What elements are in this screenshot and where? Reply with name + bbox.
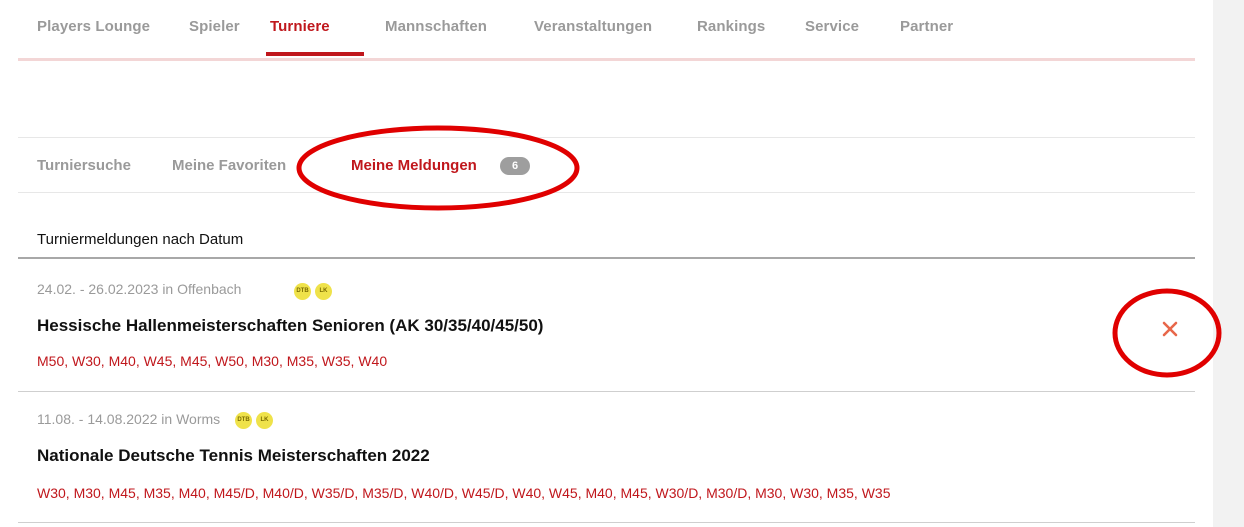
tournament-title[interactable]: Hessische Hallenmeisterschaften Senioren… xyxy=(37,316,543,336)
nav-item-service[interactable]: Service xyxy=(805,18,859,35)
nav-item-rankings[interactable]: Rankings xyxy=(697,18,765,35)
nav-item-spieler[interactable]: Spieler xyxy=(189,18,240,35)
lk-tag-icon: LK xyxy=(315,283,332,300)
nav-item-mannschaften[interactable]: Mannschaften xyxy=(385,18,487,35)
page-frame: Players Lounge Spieler Turniere Mannscha… xyxy=(0,0,1213,527)
row-divider xyxy=(18,391,1195,392)
entry-date: 24.02. - 26.02.2023 in Offenbach xyxy=(37,281,242,297)
active-nav-indicator xyxy=(266,52,364,56)
lk-tag-icon: LK xyxy=(256,412,273,429)
category-list: M50, W30, M40, W45, M45, W50, M30, M35, … xyxy=(37,353,388,369)
category-list: W30, M30, M45, M35, M40, M45/D, M40/D, W… xyxy=(37,485,891,501)
entry-date: 11.08. - 14.08.2022 in Worms xyxy=(37,411,221,427)
nav-item-veranstaltungen[interactable]: Veranstaltungen xyxy=(534,18,652,35)
row-divider xyxy=(18,522,1195,523)
dtb-tag-icon: DTB xyxy=(294,283,311,300)
divider xyxy=(18,192,1195,193)
nav-item-turniere[interactable]: Turniere xyxy=(270,18,330,35)
main-navigation: Players Lounge Spieler Turniere Mannscha… xyxy=(18,0,1195,61)
dtb-tag-icon: DTB xyxy=(235,412,252,429)
section-divider xyxy=(18,257,1195,259)
tab-meine-favoriten[interactable]: Meine Favoriten xyxy=(172,157,286,174)
section-title: Turniermeldungen nach Datum xyxy=(37,231,244,248)
tab-meine-meldungen[interactable]: Meine Meldungen xyxy=(351,157,477,174)
count-badge: 6 xyxy=(500,157,530,175)
tab-turniersuche[interactable]: Turniersuche xyxy=(37,157,131,174)
nav-item-partner[interactable]: Partner xyxy=(900,18,953,35)
scrollbar-gutter xyxy=(1213,0,1244,527)
close-x-icon[interactable] xyxy=(1156,315,1184,343)
nav-item-players-lounge[interactable]: Players Lounge xyxy=(37,18,150,35)
divider xyxy=(18,137,1195,138)
tournament-title[interactable]: Nationale Deutsche Tennis Meisterschafte… xyxy=(37,446,430,466)
